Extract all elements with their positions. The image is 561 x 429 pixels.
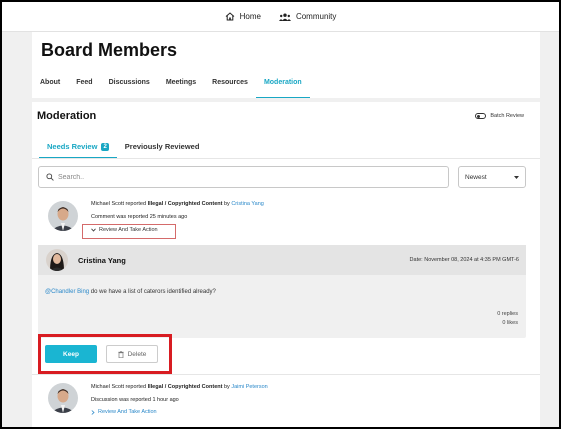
nav-home[interactable]: Home xyxy=(225,12,261,21)
comment-header: Cristina Yang Date: November 08, 2024 at… xyxy=(38,245,526,275)
chevron-right-icon xyxy=(91,409,95,415)
trash-icon xyxy=(117,350,124,358)
reporter-avatar xyxy=(48,201,78,231)
community-icon xyxy=(278,13,291,21)
review-action-label: Review And Take Action xyxy=(99,227,158,233)
reported-author-link[interactable]: Cristina Yang xyxy=(231,201,264,207)
page-title: Board Members xyxy=(41,40,178,60)
comment-author-name: Cristina Yang xyxy=(78,256,126,265)
nav-community-label: Community xyxy=(295,12,337,21)
review-action-label: Review And Take Action xyxy=(98,409,157,415)
avatar-photo xyxy=(48,201,78,231)
review-action-toggle[interactable]: Review And Take Action xyxy=(91,409,157,415)
delete-button[interactable]: Delete xyxy=(106,345,158,363)
report-summary: Michael Scott reported Illegal / Copyrig… xyxy=(91,200,264,208)
report-verb: reported xyxy=(125,201,147,207)
report-by: by xyxy=(223,384,230,390)
reported-comment-card: Cristina Yang Date: November 08, 2024 at… xyxy=(38,245,526,338)
keep-button[interactable]: Keep xyxy=(45,345,97,363)
group-header: Board Members About Feed Discussions Mee… xyxy=(32,32,540,98)
toggle-switch-icon xyxy=(475,113,487,119)
subtabs-divider xyxy=(32,158,540,159)
report-verb: reported xyxy=(125,384,147,390)
reporter-avatar xyxy=(48,383,78,413)
nav-community[interactable]: Community xyxy=(278,12,337,21)
search-icon xyxy=(46,173,54,181)
moderation-title: Moderation xyxy=(37,110,97,122)
report-divider xyxy=(32,374,540,375)
caret-down-icon xyxy=(514,175,519,179)
needs-review-count-badge: 2 xyxy=(101,142,109,151)
comment-text: do we have a list of caterors identified… xyxy=(89,289,216,295)
reported-author-link[interactable]: Jaimi Peterson xyxy=(231,384,267,390)
reporter-name: Michael Scott xyxy=(91,384,125,390)
avatar-photo xyxy=(46,249,68,271)
review-action-toggle[interactable]: Review And Take Action xyxy=(91,227,158,233)
avatar-photo xyxy=(48,383,78,413)
tab-moderation[interactable]: Moderation xyxy=(255,74,310,98)
home-icon xyxy=(225,12,234,21)
mention-link[interactable]: @Chandler Bing xyxy=(45,289,89,295)
reporter-name: Michael Scott xyxy=(91,201,125,207)
reply-count: 0 replies xyxy=(497,311,518,317)
tab-discussions[interactable]: Discussions xyxy=(101,74,158,98)
report-type: Illegal / Copyrighted Content xyxy=(147,384,223,390)
delete-label: Delete xyxy=(127,350,147,358)
tab-meetings[interactable]: Meetings xyxy=(158,74,204,98)
sort-value: Newest xyxy=(465,173,487,181)
tab-needs-review[interactable]: Needs Review 2 xyxy=(39,136,117,158)
tab-resources[interactable]: Resources xyxy=(204,74,256,98)
batch-review-label: Batch Review xyxy=(490,113,524,119)
tab-needs-review-label: Needs Review xyxy=(47,141,98,151)
tab-about[interactable]: About xyxy=(32,74,68,98)
report-type: Illegal / Copyrighted Content xyxy=(147,201,223,207)
moderation-subtabs: Needs Review 2 Previously Reviewed xyxy=(39,136,207,158)
report-summary: Michael Scott reported Illegal / Copyrig… xyxy=(91,383,268,391)
group-tabs: About Feed Discussions Meetings Resource… xyxy=(32,74,310,98)
report-status: Comment was reported 25 minutes ago xyxy=(91,214,188,220)
batch-review-toggle[interactable]: Batch Review xyxy=(475,113,524,119)
app-window: Home Community Board Members About Feed … xyxy=(2,2,559,427)
comment-body: @Chandler Bing do we have a list of cate… xyxy=(45,289,216,295)
nav-home-label: Home xyxy=(239,12,261,21)
report-status: Discussion was reported 1 hour ago xyxy=(91,397,179,403)
search-input[interactable] xyxy=(58,173,438,181)
tab-feed[interactable]: Feed xyxy=(68,74,100,98)
tab-previously-reviewed[interactable]: Previously Reviewed xyxy=(117,136,208,158)
report-by: by xyxy=(223,201,230,207)
top-navigation: Home Community xyxy=(2,2,559,32)
like-count: 0 likes xyxy=(502,320,518,326)
moderation-panel: Moderation Batch Review Needs Review 2 P… xyxy=(32,102,540,427)
chevron-down-icon xyxy=(91,228,96,232)
comment-author-avatar xyxy=(46,249,68,271)
comment-date: Date: November 08, 2024 at 4:35 PM GMT-6 xyxy=(409,257,519,263)
sort-select[interactable]: Newest xyxy=(458,166,526,188)
search-box xyxy=(38,166,449,188)
